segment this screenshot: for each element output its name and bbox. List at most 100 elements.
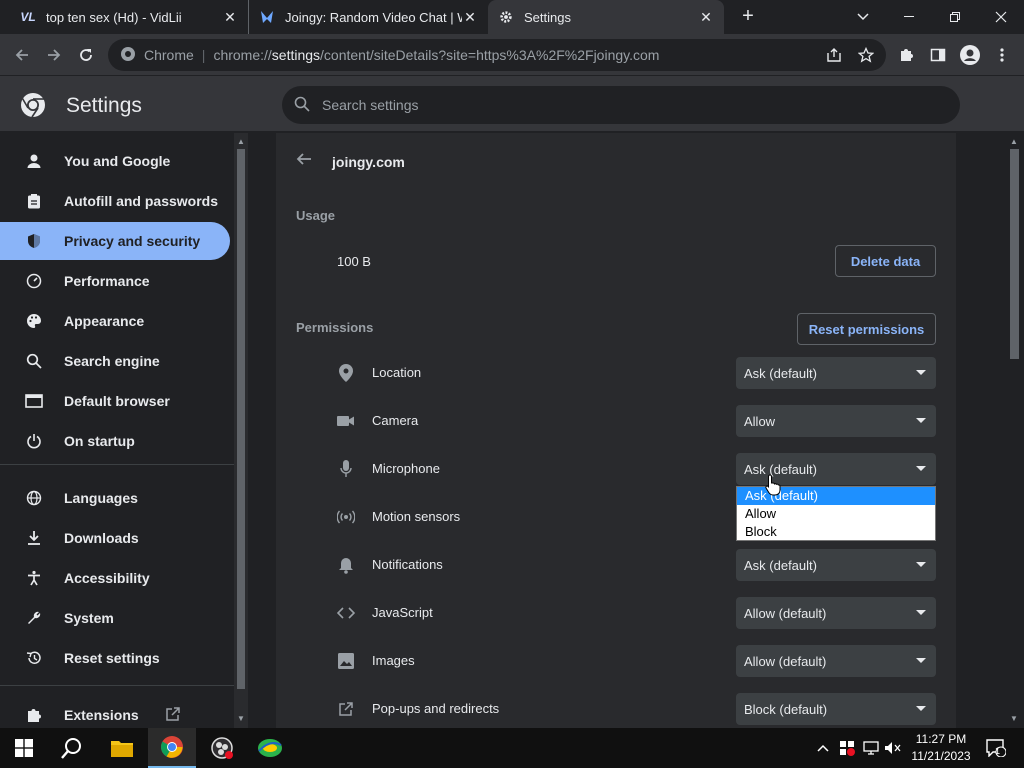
- joingy-icon: [259, 9, 275, 25]
- network-icon[interactable]: [862, 739, 880, 757]
- sidebar-item-performance[interactable]: Performance: [0, 262, 230, 300]
- sidebar-item-appearance[interactable]: Appearance: [0, 302, 230, 340]
- sidebar-item-search-engine[interactable]: Search engine: [0, 342, 230, 380]
- sidebar-item-you-and-google[interactable]: You and Google: [0, 142, 230, 180]
- share-icon[interactable]: [822, 43, 846, 67]
- reset-permissions-button[interactable]: Reset permissions: [797, 313, 936, 345]
- menu-kebab-icon[interactable]: [990, 43, 1014, 67]
- sidebar-item-label: Performance: [64, 273, 150, 289]
- speedometer-icon: [24, 271, 44, 291]
- clock-date: 11/21/2023: [911, 749, 971, 763]
- permission-row-images: Images Allow (default): [332, 637, 936, 685]
- javascript-select[interactable]: Allow (default): [736, 597, 936, 629]
- sidebar-item-accessibility[interactable]: Accessibility: [0, 559, 230, 597]
- close-window-button[interactable]: [978, 0, 1024, 34]
- notification-center-icon[interactable]: 1: [984, 739, 1008, 757]
- wrench-icon: [24, 608, 44, 628]
- scrollbar-thumb[interactable]: [237, 149, 245, 689]
- tab-vidlii[interactable]: VL top ten sex (Hd) - VidLii ✕: [10, 0, 248, 34]
- file-explorer-icon[interactable]: [98, 728, 146, 768]
- obs-taskbar-icon[interactable]: [198, 728, 246, 768]
- popups-select[interactable]: Block (default): [736, 693, 936, 725]
- system-clock[interactable]: 11:27 PM 11/21/2023: [906, 731, 976, 765]
- sidebar-item-privacy[interactable]: Privacy and security: [0, 222, 230, 260]
- puzzle-icon: [24, 705, 44, 725]
- new-tab-button[interactable]: +: [738, 6, 758, 26]
- windows-start-icon[interactable]: [0, 728, 48, 768]
- usage-heading: Usage: [296, 208, 336, 223]
- images-select[interactable]: Allow (default): [736, 645, 936, 677]
- show-hidden-icons-icon[interactable]: [814, 739, 832, 757]
- forward-button[interactable]: [42, 43, 66, 67]
- download-icon: [24, 528, 44, 548]
- location-select[interactable]: Ask (default): [736, 357, 936, 389]
- camera-select[interactable]: Allow: [736, 405, 936, 437]
- tab-title: Joingy: Random Video Chat | We: [285, 9, 462, 25]
- sidebar-item-reset-settings[interactable]: Reset settings: [0, 639, 230, 677]
- site-name: joingy.com: [332, 154, 405, 170]
- extensions-puzzle-icon[interactable]: [894, 43, 918, 67]
- minimize-button[interactable]: [886, 0, 932, 34]
- sidebar-item-default-browser[interactable]: Default browser: [0, 382, 230, 420]
- back-arrow-icon[interactable]: [296, 151, 316, 171]
- scroll-down-arrow-icon[interactable]: ▼: [1009, 714, 1019, 724]
- vidlii-icon: VL: [20, 10, 36, 24]
- sidebar-item-on-startup[interactable]: On startup: [0, 422, 230, 460]
- person-icon: [24, 151, 44, 171]
- sidebar-item-extensions[interactable]: Extensions: [0, 696, 230, 728]
- sidebar-item-label: System: [64, 610, 114, 626]
- security-tray-icon[interactable]: [838, 739, 856, 757]
- permission-row-camera: Camera Allow: [332, 397, 936, 445]
- location-pin-icon: [336, 363, 356, 383]
- microphone-icon: [336, 459, 356, 479]
- chevron-down-icon: [916, 610, 926, 615]
- dropdown-option-block[interactable]: Block: [737, 523, 935, 541]
- permission-label: Location: [372, 365, 422, 380]
- volume-muted-icon[interactable]: [884, 739, 902, 757]
- close-tab-icon[interactable]: ✕: [698, 9, 714, 25]
- address-bar[interactable]: Chrome | chrome://settings/content/siteD…: [108, 39, 886, 71]
- globe-icon: [24, 488, 44, 508]
- profile-avatar-icon[interactable]: [958, 43, 982, 67]
- browser-toolbar: Chrome | chrome://settings/content/siteD…: [0, 34, 1024, 76]
- sidebar-item-autofill[interactable]: Autofill and passwords: [0, 182, 230, 220]
- notification-count: 1: [995, 746, 1001, 756]
- delete-data-button[interactable]: Delete data: [835, 245, 936, 277]
- sidebar-item-downloads[interactable]: Downloads: [0, 519, 230, 557]
- sidebar-item-label: On startup: [64, 433, 135, 449]
- reload-button[interactable]: [74, 43, 98, 67]
- restore-button[interactable]: [932, 0, 978, 34]
- tab-settings[interactable]: Settings ✕: [488, 0, 724, 34]
- permission-row-notifications: Notifications Ask (default): [332, 541, 936, 589]
- scroll-down-arrow-icon[interactable]: ▼: [236, 714, 246, 724]
- sidebar-scrollbar[interactable]: ▲ ▼: [234, 133, 248, 728]
- tab-search-icon[interactable]: [840, 0, 886, 34]
- tab-joingy[interactable]: Joingy: Random Video Chat | We ✕: [248, 0, 488, 34]
- dropdown-option-allow[interactable]: Allow: [737, 505, 935, 523]
- scroll-up-arrow-icon[interactable]: ▲: [1009, 137, 1019, 147]
- site-label: Chrome: [144, 47, 194, 63]
- sidebar-item-label: Default browser: [64, 393, 170, 409]
- close-tab-icon[interactable]: ✕: [462, 9, 478, 25]
- history-icon: [24, 648, 44, 668]
- scroll-up-arrow-icon[interactable]: ▲: [236, 137, 246, 147]
- scrollbar-thumb[interactable]: [1010, 149, 1019, 359]
- sidebar-item-system[interactable]: System: [0, 599, 230, 637]
- taskbar-search-icon[interactable]: [48, 728, 96, 768]
- search-settings-input[interactable]: Search settings: [282, 86, 960, 124]
- main-scrollbar[interactable]: ▲ ▼: [1005, 133, 1024, 728]
- notifications-select[interactable]: Ask (default): [736, 549, 936, 581]
- sidebar-divider: [0, 464, 234, 465]
- back-button[interactable]: [10, 43, 34, 67]
- sidebar-item-languages[interactable]: Languages: [0, 479, 230, 517]
- close-tab-icon[interactable]: ✕: [222, 9, 238, 25]
- chrome-taskbar-icon[interactable]: [148, 728, 196, 768]
- bookmark-star-icon[interactable]: [854, 43, 878, 67]
- bell-icon: [336, 555, 356, 575]
- sidebar-divider: [0, 685, 234, 686]
- settings-header: Settings Search settings: [0, 76, 1024, 132]
- open-in-new-icon: [165, 706, 181, 725]
- windows-taskbar: 11:27 PM 11/21/2023 1: [0, 728, 1024, 768]
- side-panel-icon[interactable]: [926, 43, 950, 67]
- app-globe-taskbar-icon[interactable]: [246, 728, 294, 768]
